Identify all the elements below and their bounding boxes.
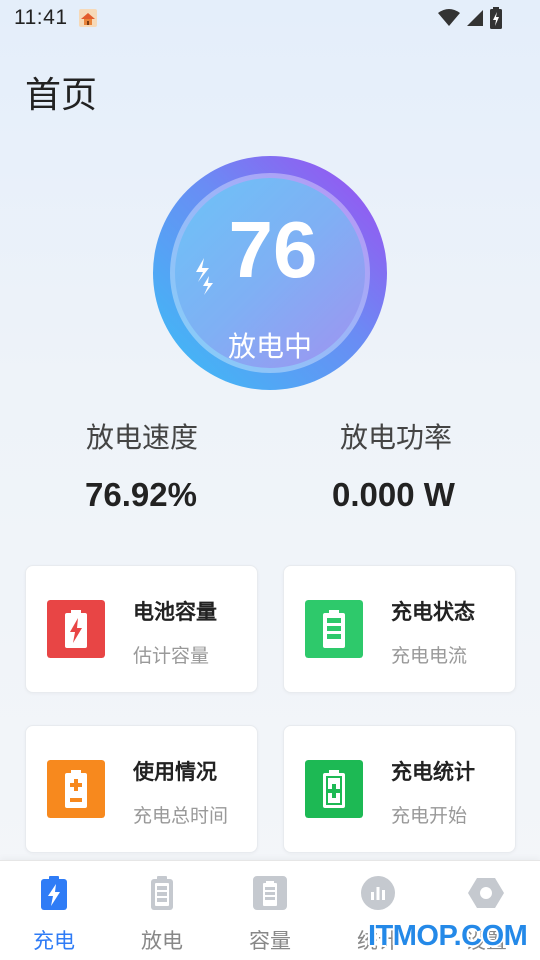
capacity-icon [253,876,287,910]
status-bar: 11:41 [0,0,540,36]
card-subtitle: 估计容量 [133,645,210,667]
battery-plus-minus-icon [47,760,105,818]
card-title: 使用情况 [133,760,217,784]
card-charge-status[interactable]: 充电状态 充电电流 [283,565,516,693]
card-charge-stats[interactable]: 充电统计 充电开始 [283,725,516,853]
status-time: 11:41 [14,6,68,29]
card-subtitle: 充电电流 [391,645,468,667]
battery-status-icon [490,7,502,29]
tab-charge[interactable]: 充电 [0,861,108,960]
charging-battery-icon [41,876,67,910]
card-title: 充电统计 [391,760,475,784]
watermark: ITMOP.COM [368,920,528,952]
card-battery-capacity[interactable]: 电池容量 估计容量 [25,565,258,693]
discharge-speed-label: 放电速度 [86,421,199,454]
wifi-icon [438,9,460,26]
battery-icon [151,876,173,910]
card-subtitle: 充电总时间 [133,805,229,827]
bar-chart-icon [361,876,395,910]
battery-state: 放电中 [227,330,312,363]
tab-discharge[interactable]: 放电 [108,861,216,960]
card-usage[interactable]: 使用情况 充电总时间 [25,725,258,853]
tab-label: 容量 [249,929,291,953]
cell-signal-icon [467,10,483,26]
hexagon-icon [468,878,504,908]
tab-label: 放电 [141,929,183,953]
status-icons [438,7,502,29]
discharge-power-value: 0.000 W [332,476,455,513]
battery-percent: 76 [228,205,318,294]
card-subtitle: 充电开始 [391,805,468,827]
battery-plus-icon [305,760,363,818]
battery-level-icon [305,600,363,658]
card-title: 充电状态 [391,600,475,624]
app-notification-icon [78,9,97,27]
card-title: 电池容量 [133,600,217,624]
tab-capacity[interactable]: 容量 [216,861,324,960]
battery-bolt-icon [47,600,105,658]
discharge-power-label: 放电功率 [340,421,453,454]
tab-label: 充电 [33,929,75,953]
discharge-speed-value: 76.92% [85,476,197,513]
page-title: 首页 [25,75,98,116]
